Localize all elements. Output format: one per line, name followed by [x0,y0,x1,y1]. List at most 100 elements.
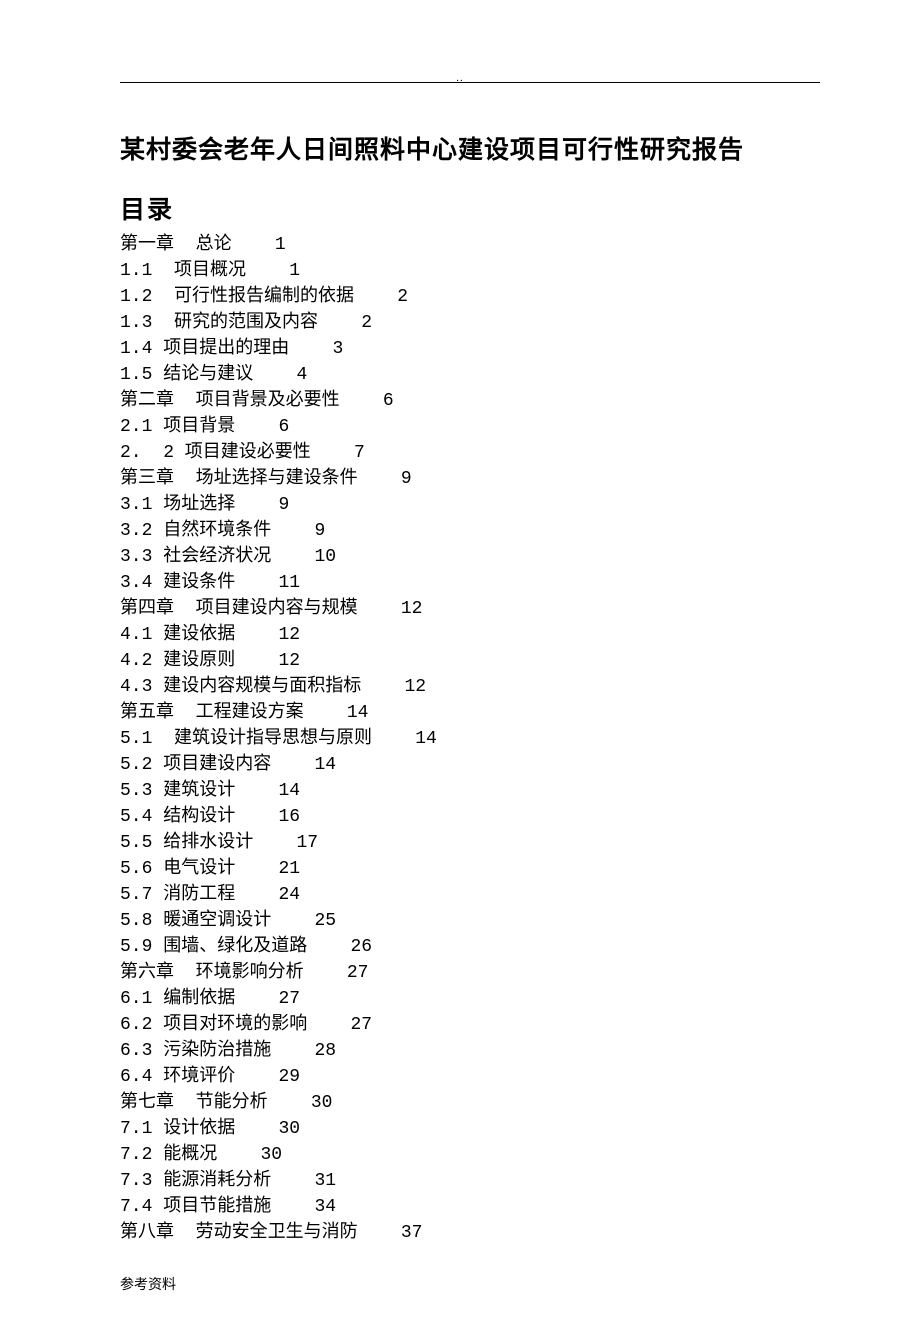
toc-entry-label: 5.8 暖通空调设计 [120,911,271,931]
toc-entry-page: 7 [354,443,365,463]
toc-gap [235,989,278,1009]
toc-entry-page: 9 [401,469,412,489]
toc-entry: 6.4 环境评价 29 [120,1064,820,1090]
toc-entry-label: 第二章 项目背景及必要性 [120,391,340,411]
toc-entry: 6.1 编制依据 27 [120,986,820,1012]
toc-gap [271,755,314,775]
toc-gap [271,1171,314,1191]
toc-entry-page: 16 [278,807,300,827]
toc-entry-label: 5.3 建筑设计 [120,781,235,801]
toc-entry: 6.2 项目对环境的影响 27 [120,1012,820,1038]
toc-entry-label: 1.1 项目概况 [120,261,246,281]
toc-entry: 5.1 建筑设计指导思想与原则 14 [120,726,820,752]
toc-entry-label: 7.3 能源消耗分析 [120,1171,271,1191]
toc-gap [304,963,347,983]
toc-entry: 7.4 项目节能措施 34 [120,1194,820,1220]
toc-entry-label: 6.3 污染防治措施 [120,1041,271,1061]
toc-entry-label: 第五章 工程建设方案 [120,703,304,723]
toc-entry-page: 11 [278,573,300,593]
toc-gap [271,521,314,541]
toc-gap [372,729,415,749]
toc-entry-label: 1.2 可行性报告编制的依据 [120,287,354,307]
toc-entry-page: 24 [278,885,300,905]
toc-gap [235,1067,278,1087]
toc-entry-page: 12 [404,677,426,697]
toc-entry-page: 12 [278,651,300,671]
toc-gap [318,313,361,333]
toc-gap [271,1197,314,1217]
toc-entry: 5.5 给排水设计 17 [120,830,820,856]
toc-entry: 5.8 暖通空调设计 25 [120,908,820,934]
toc-entry: 5.4 结构设计 16 [120,804,820,830]
toc-entry-label: 4.2 建设原则 [120,651,235,671]
footer-text: 参考资料 [120,1274,820,1294]
toc-entry-page: 25 [314,911,336,931]
toc-gap [235,651,278,671]
toc-entry-label: 7.4 项目节能措施 [120,1197,271,1217]
toc-entry-label: 4.1 建设依据 [120,625,235,645]
toc-gap [358,469,401,489]
toc-gap [235,807,278,827]
toc-entry-page: 9 [278,495,289,515]
toc-entry-page: 30 [311,1093,333,1113]
toc-entry-label: 5.5 给排水设计 [120,833,253,853]
toc-entry-label: 第四章 项目建设内容与规模 [120,599,358,619]
toc-entry: 4.3 建设内容规模与面积指标 12 [120,674,820,700]
toc-gap [358,599,401,619]
toc-gap [307,1015,350,1035]
document-title: 某村委会老年人日间照料中心建设项目可行性研究报告 [120,130,820,166]
toc-gap [358,1223,401,1243]
toc-gap [271,547,314,567]
toc-entry-label: 7.1 设计依据 [120,1119,235,1139]
toc-entry-label: 2. 2 项目建设必要性 [120,443,311,463]
toc-entry: 2. 2 项目建设必要性 7 [120,440,820,466]
toc-entry-page: 29 [278,1067,300,1087]
toc-entry-label: 3.1 场址选择 [120,495,235,515]
toc-gap [235,417,278,437]
toc-gap [311,443,354,463]
toc-entry: 第五章 工程建设方案 14 [120,700,820,726]
toc-entry-page: 14 [347,703,369,723]
toc-gap [253,365,296,385]
toc-entry-page: 2 [397,287,408,307]
toc-entry-label: 3.3 社会经济状况 [120,547,271,567]
toc-entry-page: 6 [383,391,394,411]
toc-entry-page: 14 [314,755,336,775]
toc-entry: 1.5 结论与建议 4 [120,362,820,388]
toc-entry: 第四章 项目建设内容与规模 12 [120,596,820,622]
toc-entry-page: 30 [260,1145,282,1165]
toc-entry-page: 9 [314,521,325,541]
toc-entry-page: 1 [289,261,300,281]
toc-entry: 5.7 消防工程 24 [120,882,820,908]
toc-entry-page: 14 [415,729,437,749]
toc-entry: 5.2 项目建设内容 14 [120,752,820,778]
toc-gap [253,833,296,853]
toc-entry-label: 第一章 总论 [120,235,232,255]
toc-entry: 3.4 建设条件 11 [120,570,820,596]
toc-entry-page: 26 [350,937,372,957]
toc-entry: 第三章 场址选择与建设条件 9 [120,466,820,492]
toc-entry: 第六章 环境影响分析 27 [120,960,820,986]
toc-entry: 第七章 节能分析 30 [120,1090,820,1116]
toc-gap [289,339,332,359]
toc-entry-page: 12 [401,599,423,619]
toc-entry-page: 3 [332,339,343,359]
toc-entry-page: 10 [314,547,336,567]
toc-entry-page: 17 [296,833,318,853]
toc-entry: 5.6 电气设计 21 [120,856,820,882]
toc-gap [361,677,404,697]
toc-gap [235,859,278,879]
toc-gap [307,937,350,957]
toc-entry: 第八章 劳动安全卫生与消防 37 [120,1220,820,1246]
toc-entry-label: 4.3 建设内容规模与面积指标 [120,677,361,697]
toc-entry: 3.3 社会经济状况 10 [120,544,820,570]
toc-gap [304,703,347,723]
toc-entry: 第一章 总论 1 [120,232,820,258]
toc-entry-label: 5.1 建筑设计指导思想与原则 [120,729,372,749]
toc-gap [271,1041,314,1061]
toc-entry: 7.2 能概况 30 [120,1142,820,1168]
toc-entry-page: 37 [401,1223,423,1243]
toc-entry-label: 第六章 环境影响分析 [120,963,304,983]
header-rule [120,82,820,83]
toc-entry: 3.2 自然环境条件 9 [120,518,820,544]
